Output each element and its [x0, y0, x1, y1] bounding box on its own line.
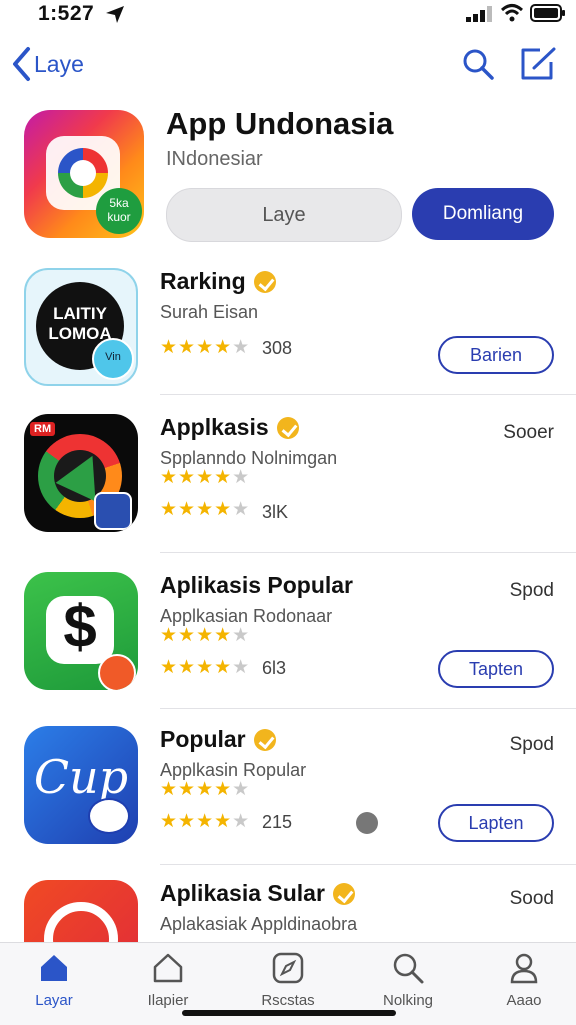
- row-divider: [160, 552, 576, 553]
- navigation-bar: Laye: [0, 40, 576, 92]
- app-list-item[interactable]: LAITIY LOMOA Vin Rarking Surah Eisan ★★★…: [0, 256, 576, 406]
- app-title: Aplikasis Popular: [160, 572, 353, 599]
- verified-badge-icon: [253, 728, 276, 751]
- status-time: 1:527: [38, 2, 95, 25]
- wifi-icon: [500, 4, 524, 22]
- app-title: Rarking: [160, 268, 276, 295]
- app-category: Spod: [509, 734, 554, 755]
- star-rating: ★★★★★: [160, 657, 251, 678]
- app-list-item[interactable]: $ Aplikasis Popular Spod Applkasian Rodo…: [0, 560, 576, 710]
- app-icon[interactable]: $: [24, 572, 138, 690]
- tab-label: Nolking: [382, 992, 434, 1009]
- app-icon[interactable]: LAITIY LOMOA Vin: [24, 268, 138, 386]
- verified-badge-icon: [332, 882, 355, 905]
- compass-icon: [272, 952, 304, 984]
- tab-ilapier[interactable]: Ilapier: [118, 951, 218, 1009]
- tab-nolking[interactable]: Nolking: [358, 951, 458, 1009]
- get-button[interactable]: Lapten: [438, 804, 554, 842]
- app-title: Aplikasia Sular: [160, 880, 355, 907]
- tab-label: Rscstas: [261, 992, 315, 1009]
- tab-layar[interactable]: Layar: [4, 951, 104, 1009]
- app-category: Sood: [509, 888, 554, 909]
- chevron-left-icon: [13, 47, 30, 81]
- info-icon[interactable]: [356, 812, 378, 834]
- app-title-text: Aplikasis Popular: [160, 572, 354, 598]
- rating-count: 215: [262, 812, 293, 832]
- status-bar: 1:527: [0, 0, 576, 28]
- app-category: Spod: [509, 580, 554, 601]
- verified-badge-icon: [276, 416, 299, 439]
- star-rating: ★★★★★: [160, 499, 251, 520]
- person-icon: [510, 953, 538, 984]
- featured-badge-line1: 5ka: [109, 196, 129, 210]
- row-divider: [160, 708, 576, 709]
- app-icon[interactable]: [24, 880, 138, 942]
- app-list-item[interactable]: Aplikasia Sular Sood Aplakasiak Appldina…: [0, 868, 576, 942]
- tab-rscstas[interactable]: Rscstas: [238, 951, 338, 1009]
- rating-count: 3lK: [262, 502, 289, 522]
- app-subtitle: Surah Eisan: [160, 302, 259, 322]
- verified-badge-icon: [253, 270, 276, 293]
- get-button[interactable]: Tapten: [438, 650, 554, 688]
- featured-app: 5ka kuor App Undonasia INdonesiar Laye D…: [0, 100, 576, 250]
- star-rating: ★★★★★: [160, 625, 251, 646]
- search-icon: [393, 953, 424, 984]
- app-icon-tag: RM: [30, 422, 56, 436]
- app-icon-glyph: $: [63, 593, 97, 660]
- featured-app-title: App Undonasia: [166, 106, 394, 141]
- app-title: Popular: [160, 726, 276, 753]
- app-icon-tag-text: RM: [34, 423, 52, 435]
- cellular-signal-icon: [466, 6, 492, 22]
- featured-badge-line2: kuor: [107, 210, 131, 224]
- compose-icon[interactable]: [518, 46, 558, 82]
- back-button[interactable]: Laye: [10, 46, 84, 82]
- app-icon-text-1: LAITIY: [53, 304, 107, 323]
- tab-label: Layar: [35, 992, 73, 1009]
- star-rating: ★★★★★: [160, 337, 251, 358]
- app-title-text: Aplikasia Sular: [160, 880, 325, 906]
- app-title-text: Rarking: [160, 268, 246, 294]
- home-indicator[interactable]: [182, 1010, 396, 1016]
- location-arrow-icon: [106, 6, 124, 23]
- app-title-text: Applkasis: [160, 414, 269, 440]
- star-rating: ★★★★★: [160, 467, 251, 488]
- house-outline-icon: [153, 953, 183, 983]
- download-button[interactable]: Domliang: [412, 188, 554, 240]
- app-title: Applkasis: [160, 414, 299, 441]
- featured-app-icon-badge: 5ka kuor: [96, 188, 142, 234]
- rating-count: 308: [262, 338, 293, 358]
- star-rating: ★★★★★: [160, 779, 251, 800]
- battery-icon: [530, 4, 565, 22]
- home-icon: [41, 955, 67, 981]
- tab-label: Ilapier: [147, 992, 189, 1009]
- featured-app-icon[interactable]: 5ka kuor: [24, 110, 144, 238]
- app-icon-badge: Vin: [92, 338, 134, 380]
- app-category: Sooer: [503, 422, 554, 443]
- back-label: Laye: [34, 50, 84, 77]
- app-icon[interactable]: RM: [24, 414, 138, 532]
- rating-count: 6l3: [262, 658, 287, 678]
- row-divider: [160, 394, 576, 395]
- open-button[interactable]: Laye: [166, 188, 402, 242]
- tab-label: Aaao: [506, 992, 542, 1009]
- app-list-item[interactable]: Cup Popular Spod Applkasin Ropular ★★★★★…: [0, 714, 576, 865]
- star-rating: ★★★★★: [160, 811, 251, 832]
- row-divider: [160, 864, 576, 865]
- app-subtitle: Aplakasiak Appldinaobra: [160, 914, 358, 934]
- app-title-text: Popular: [160, 726, 246, 752]
- app-icon-badge-text: Vin: [105, 351, 121, 363]
- search-icon[interactable]: [460, 46, 496, 82]
- app-list-item[interactable]: RM Applkasis Sooer Spplanndo Nolnimgan ★…: [0, 402, 576, 553]
- tab-aaao[interactable]: Aaao: [474, 951, 574, 1009]
- app-icon-text: Cup: [33, 750, 129, 804]
- app-icon[interactable]: Cup: [24, 726, 138, 844]
- featured-app-subtitle: INdonesiar: [166, 148, 263, 170]
- get-button[interactable]: Barien: [438, 336, 554, 374]
